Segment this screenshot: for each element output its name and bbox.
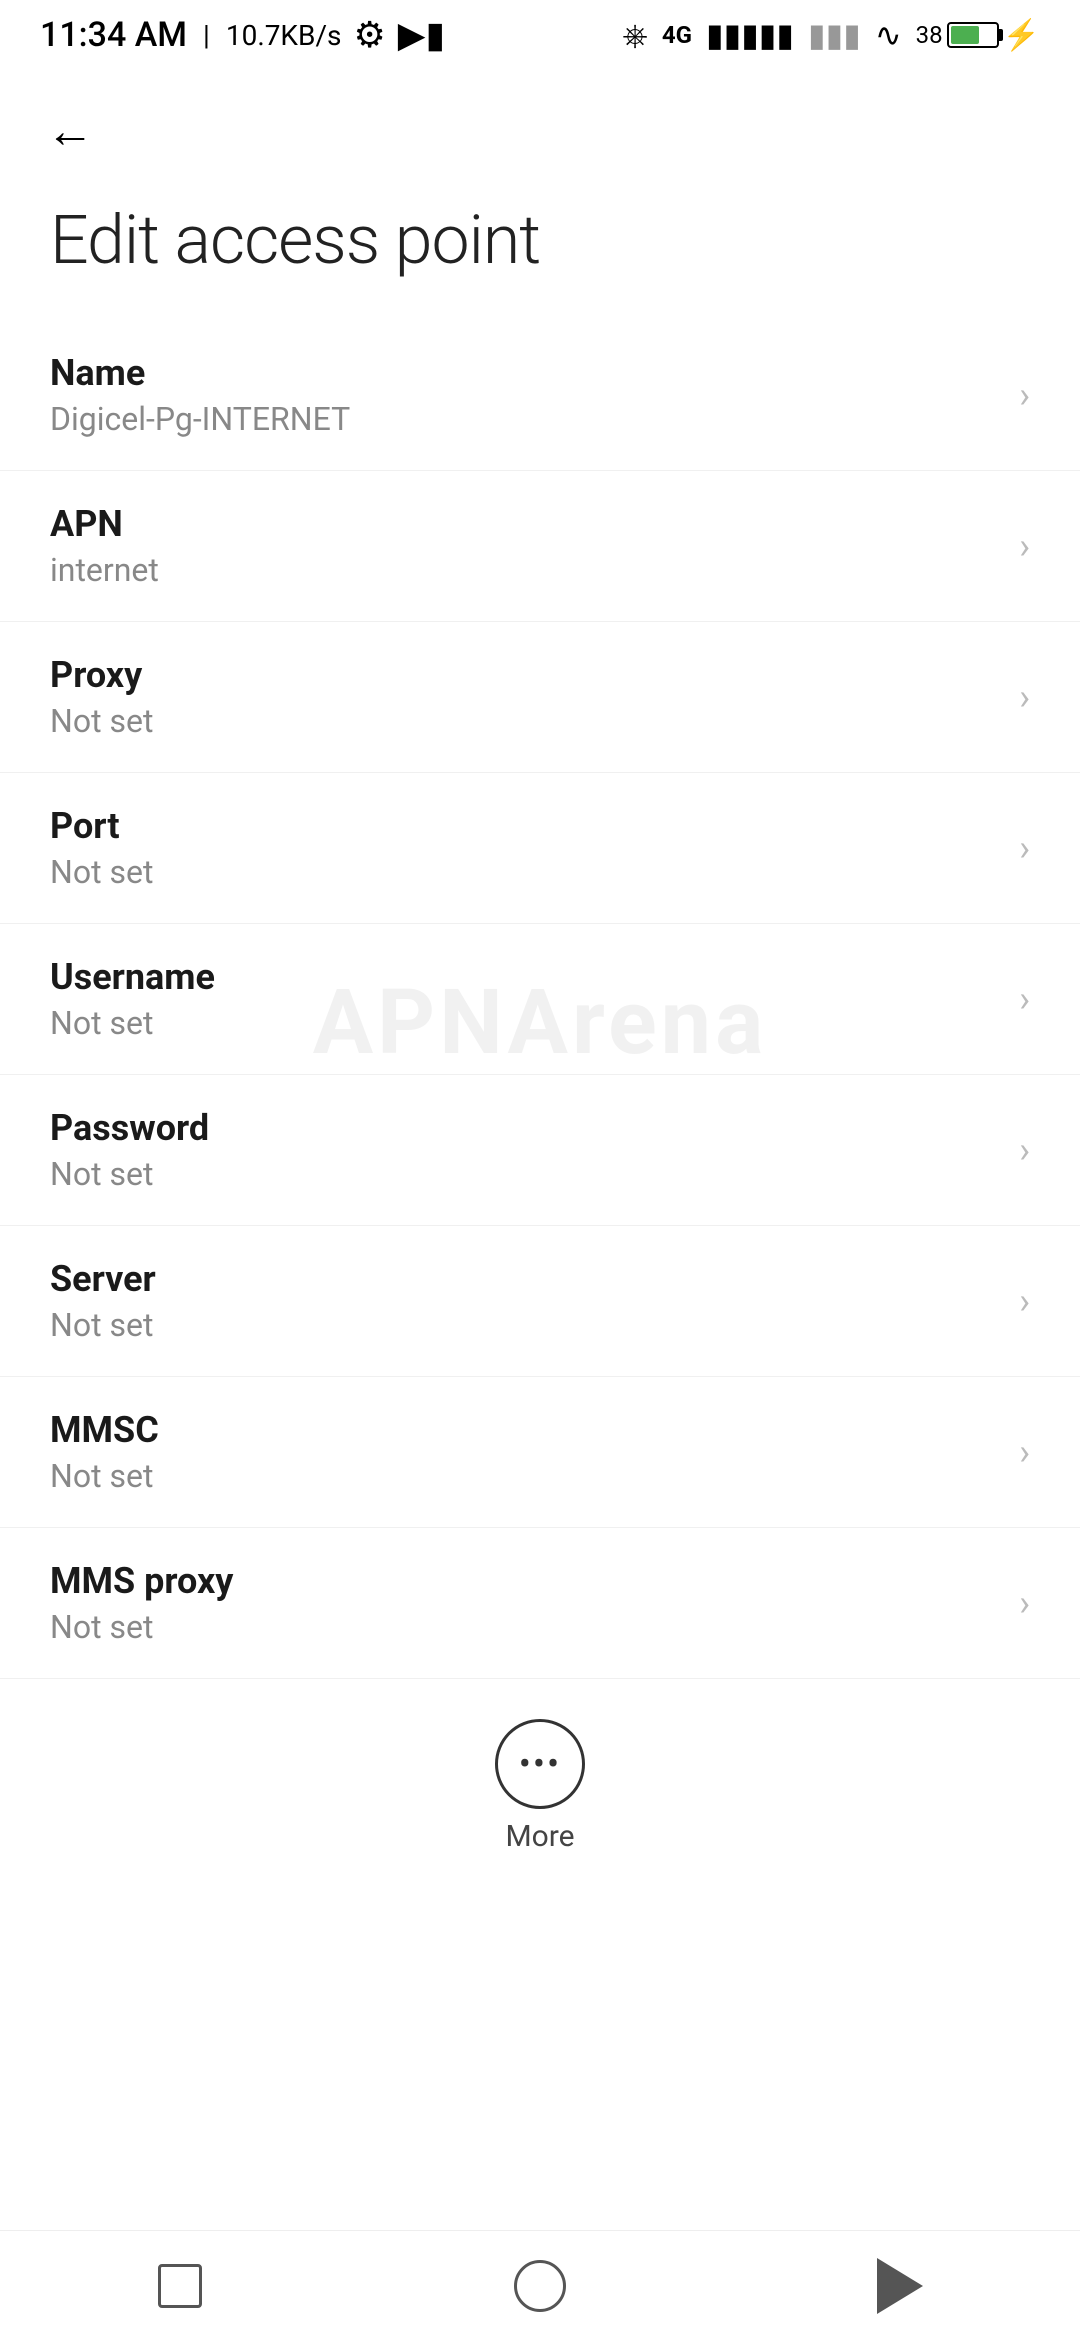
settings-item-proxy[interactable]: Proxy Not set › [0,622,1080,773]
page-title-section: Edit access point [0,180,1080,320]
settings-item-password[interactable]: Password Not set › [0,1075,1080,1226]
settings-item-proxy-content: Proxy Not set [50,654,999,740]
back-nav-button[interactable] [860,2246,940,2326]
more-button[interactable]: ••• [495,1719,585,1809]
settings-item-username[interactable]: Username Not set › [0,924,1080,1075]
signal-bars-2-icon: ▮▮▮ [808,16,861,54]
status-time: 11:34 AM [40,15,187,55]
settings-value-username: Not set [50,1004,999,1042]
settings-item-mms-proxy[interactable]: MMS proxy Not set › [0,1528,1080,1679]
settings-label-apn: APN [50,503,999,545]
status-bar-right: ⎈ 4G ▮▮▮▮▮ ▮▮▮ ∿ 38 ⚡ [622,16,1040,55]
wifi-icon: ∿ [875,16,902,54]
recent-apps-button[interactable] [140,2246,220,2326]
recent-apps-icon [158,2264,202,2308]
settings-value-mms-proxy: Not set [50,1608,999,1646]
signal-bars-icon: ▮▮▮▮▮ [706,16,794,54]
settings-item-mms-proxy-content: MMS proxy Not set [50,1560,999,1646]
chevron-apn-icon: › [1019,525,1030,567]
chevron-mms-proxy-icon: › [1019,1582,1030,1624]
gear-icon: ⚙ [353,14,385,56]
more-section: ••• More [0,1679,1080,1884]
chevron-proxy-icon: › [1019,676,1030,718]
settings-label-password: Password [50,1107,999,1149]
status-bar: 11:34 AM | 10.7KB/s ⚙ ▶▮ ⎈ 4G ▮▮▮▮▮ ▮▮▮ … [0,0,1080,70]
settings-label-mms-proxy: MMS proxy [50,1560,999,1602]
back-nav-icon [877,2258,923,2314]
settings-label-port: Port [50,805,999,847]
status-speed: 10.7KB/s [226,19,342,52]
settings-label-name: Name [50,352,999,394]
settings-value-name: Digicel-Pg-INTERNET [50,400,999,438]
chevron-password-icon: › [1019,1129,1030,1171]
settings-item-server-content: Server Not set [50,1258,999,1344]
camera-icon: ▶▮ [398,14,446,56]
chevron-mmsc-icon: › [1019,1431,1030,1473]
chevron-username-icon: › [1019,978,1030,1020]
settings-value-proxy: Not set [50,702,999,740]
settings-label-username: Username [50,956,999,998]
home-icon [514,2260,566,2312]
settings-item-mmsc[interactable]: MMSC Not set › [0,1377,1080,1528]
home-button[interactable] [500,2246,580,2326]
settings-value-mmsc: Not set [50,1457,999,1495]
settings-item-port-content: Port Not set [50,805,999,891]
settings-label-server: Server [50,1258,999,1300]
settings-list: Name Digicel-Pg-INTERNET › APN internet … [0,320,1080,1679]
status-bar-left: 11:34 AM | 10.7KB/s ⚙ ▶▮ [40,14,445,56]
back-arrow-icon: ← [46,102,94,159]
chevron-server-icon: › [1019,1280,1030,1322]
settings-item-name-content: Name Digicel-Pg-INTERNET [50,352,999,438]
back-row: ← [0,70,1080,180]
settings-item-apn-content: APN internet [50,503,999,589]
settings-value-apn: internet [50,551,999,589]
battery-container: 38 ⚡ [916,18,1040,53]
settings-item-name[interactable]: Name Digicel-Pg-INTERNET › [0,320,1080,471]
settings-label-proxy: Proxy [50,654,999,696]
more-dots-icon: ••• [519,1746,561,1782]
signal-4g-icon: 4G [662,21,692,49]
settings-label-mmsc: MMSC [50,1409,999,1451]
settings-item-username-content: Username Not set [50,956,999,1042]
more-label: More [505,1819,574,1854]
back-button[interactable]: ← [40,100,100,160]
settings-value-server: Not set [50,1306,999,1344]
settings-item-server[interactable]: Server Not set › [0,1226,1080,1377]
bottom-navigation [0,2230,1080,2340]
bluetooth-icon: ⎈ [622,16,648,55]
settings-item-mmsc-content: MMSC Not set [50,1409,999,1495]
settings-value-password: Not set [50,1155,999,1193]
battery-icon [947,22,999,48]
chevron-name-icon: › [1019,374,1030,416]
settings-item-port[interactable]: Port Not set › [0,773,1080,924]
chevron-port-icon: › [1019,827,1030,869]
settings-item-password-content: Password Not set [50,1107,999,1193]
settings-item-apn[interactable]: APN internet › [0,471,1080,622]
page-title: Edit access point [50,200,540,280]
settings-value-port: Not set [50,853,999,891]
